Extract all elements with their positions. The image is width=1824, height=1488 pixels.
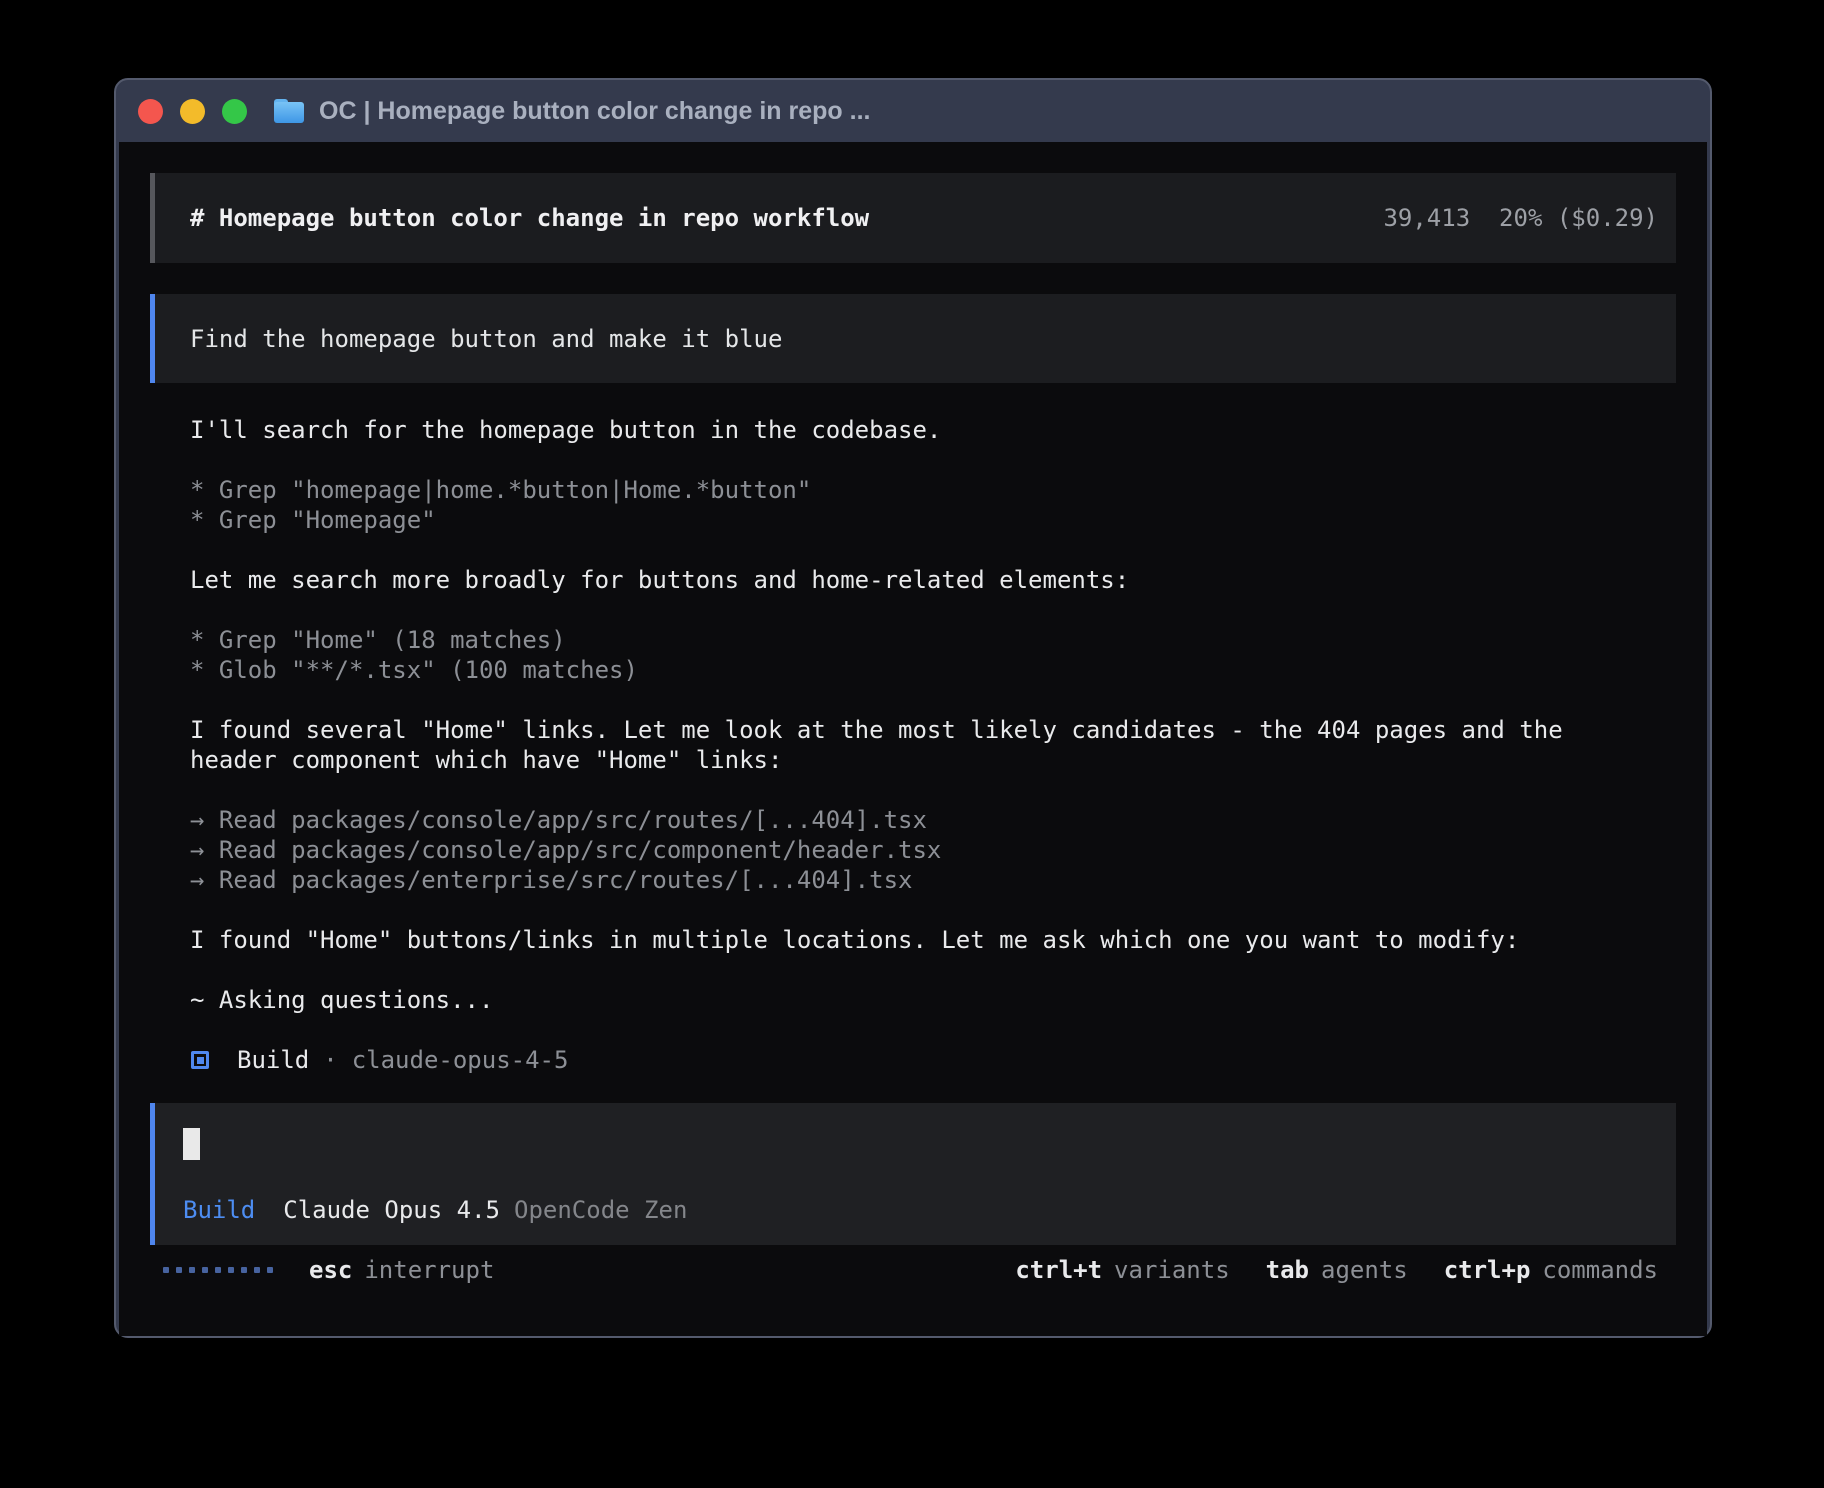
tool-call-grep: * Grep "Homepage" <box>190 505 1595 535</box>
tool-call-read: → Read packages/enterprise/src/routes/[.… <box>190 865 1595 895</box>
spinner-dot <box>176 1267 182 1273</box>
status-bar: esc interrupt ctrl+t variants tab agents… <box>150 1255 1676 1285</box>
spinner-dot <box>215 1267 221 1273</box>
traffic-lights <box>138 99 247 124</box>
conversation: I'll search for the homepage button in t… <box>190 415 1595 1075</box>
tool-call-glob: * Glob "**/*.tsx" (100 matches) <box>190 655 1595 685</box>
keybind-key: tab <box>1266 1255 1309 1285</box>
activity-spinner <box>163 1267 273 1273</box>
keybind-commands: ctrl+p commands <box>1444 1255 1658 1285</box>
input-agent-label[interactable]: Build <box>183 1195 255 1225</box>
spinner-dot <box>241 1267 247 1273</box>
keybind-label: variants <box>1114 1255 1230 1285</box>
agent-build-icon <box>191 1051 209 1069</box>
agent-chip-separator: · <box>323 1045 337 1075</box>
assistant-text: Let me search more broadly for buttons a… <box>190 565 1595 595</box>
user-message-text: Find the homepage button and make it blu… <box>190 324 782 354</box>
keybind-variants: ctrl+t variants <box>1015 1255 1229 1285</box>
session-title: # Homepage button color change in repo w… <box>190 203 869 233</box>
input-model-label[interactable]: Claude Opus 4.5 <box>283 1195 500 1225</box>
zoom-button[interactable] <box>222 99 247 124</box>
prompt-input[interactable]: Build Claude Opus 4.5 OpenCode Zen <box>150 1103 1676 1245</box>
input-model-line: Build Claude Opus 4.5 OpenCode Zen <box>183 1195 1658 1225</box>
input-provider-label: OpenCode Zen <box>514 1195 687 1225</box>
tool-call-read: → Read packages/console/app/src/componen… <box>190 835 1595 865</box>
assistant-text: I found "Home" buttons/links in multiple… <box>190 925 1595 955</box>
tool-call-grep: * Grep "homepage|home.*button|Home.*butt… <box>190 475 1595 505</box>
spinner-dot <box>202 1267 208 1273</box>
session-header: # Homepage button color change in repo w… <box>150 173 1676 263</box>
keybind-key: ctrl+t <box>1015 1255 1102 1285</box>
spinner-dot <box>163 1267 169 1273</box>
folder-icon <box>274 99 304 123</box>
keybind-hints: ctrl+t variants tab agents ctrl+p comman… <box>1015 1255 1658 1285</box>
keybind-label: commands <box>1542 1255 1658 1285</box>
keybind-key: ctrl+p <box>1444 1255 1531 1285</box>
agent-chip: Build · claude-opus-4-5 <box>190 1045 1595 1075</box>
agent-chip-model: claude-opus-4-5 <box>352 1045 569 1075</box>
keybind-label: agents <box>1321 1255 1408 1285</box>
agent-chip-label: Build <box>237 1045 309 1075</box>
window-titlebar[interactable]: OC | Homepage button color change in rep… <box>116 80 1710 142</box>
spinner-dot <box>189 1267 195 1273</box>
user-message: Find the homepage button and make it blu… <box>150 294 1676 383</box>
assistant-text: I'll search for the homepage button in t… <box>190 415 1595 445</box>
keybind-agents: tab agents <box>1266 1255 1408 1285</box>
keybind-interrupt: esc interrupt <box>309 1255 494 1285</box>
keybind-label: interrupt <box>364 1255 494 1285</box>
assistant-text: I found several "Home" links. Let me loo… <box>190 715 1595 775</box>
status-asking-questions: ~ Asking questions... <box>190 985 1595 1015</box>
tool-call-grep: * Grep "Home" (18 matches) <box>190 625 1595 655</box>
keybind-key: esc <box>309 1255 352 1285</box>
terminal-window: OC | Homepage button color change in rep… <box>114 78 1712 1338</box>
spinner-dot <box>228 1267 234 1273</box>
window-title: OC | Homepage button color change in rep… <box>319 97 870 126</box>
spinner-dot <box>267 1267 273 1273</box>
minimize-button[interactable] <box>180 99 205 124</box>
close-button[interactable] <box>138 99 163 124</box>
tool-call-read: → Read packages/console/app/src/routes/[… <box>190 805 1595 835</box>
session-stats: 39,413 20% ($0.29) <box>1383 203 1658 233</box>
spinner-dot <box>254 1267 260 1273</box>
text-cursor <box>183 1128 200 1160</box>
terminal-content: # Homepage button color change in repo w… <box>119 142 1707 1336</box>
